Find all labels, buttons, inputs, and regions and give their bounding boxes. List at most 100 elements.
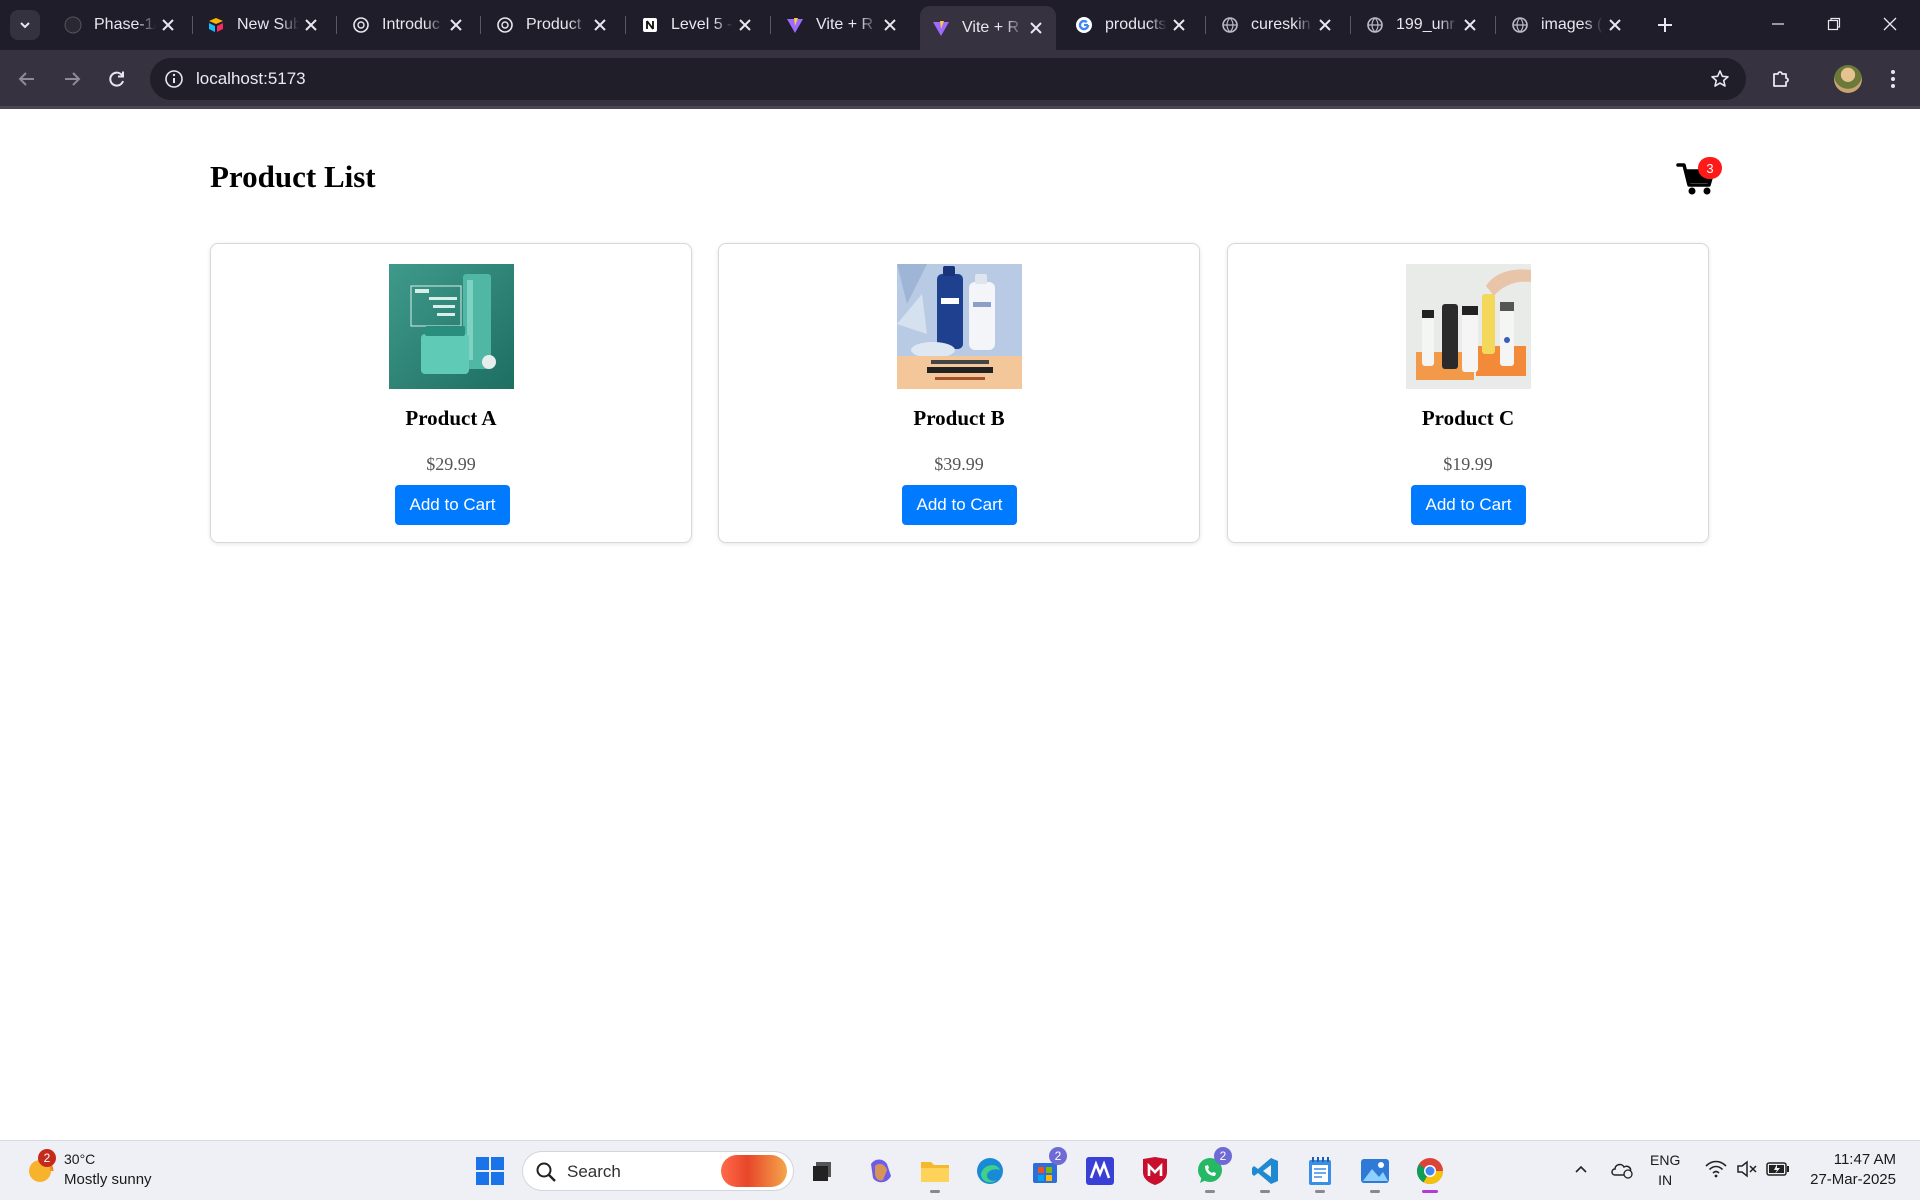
minimize-button[interactable] bbox=[1750, 0, 1806, 48]
wifi-tray-button[interactable] bbox=[1702, 1155, 1730, 1183]
taskbar-file-explorer[interactable] bbox=[915, 1151, 955, 1193]
tab-vite-1[interactable]: Vite + R bbox=[774, 6, 910, 44]
tab-separator bbox=[1205, 16, 1206, 34]
weather-temperature[interactable]: 30°C bbox=[64, 1151, 95, 1167]
vite-icon bbox=[786, 16, 804, 34]
volume-muted-icon bbox=[1737, 1160, 1757, 1178]
system-clock[interactable]: 11:47 AM 27-Mar-2025 bbox=[1810, 1150, 1896, 1190]
add-to-cart-button[interactable]: Add to Cart bbox=[1411, 485, 1526, 525]
taskbar-photos[interactable] bbox=[1355, 1151, 1395, 1193]
cureskin-bottles-image bbox=[1406, 264, 1531, 389]
close-tab-icon[interactable] bbox=[878, 13, 902, 37]
tab-separator bbox=[336, 16, 337, 34]
language-region: IN bbox=[1658, 1172, 1673, 1188]
globe-icon bbox=[1511, 16, 1529, 34]
taskbar-task-view[interactable] bbox=[802, 1151, 842, 1191]
tab-title: 199_unr bbox=[1396, 16, 1455, 33]
tab-product[interactable]: Product bbox=[484, 6, 620, 44]
tab-phase-1[interactable]: Phase-1/ bbox=[52, 6, 188, 44]
running-indicator bbox=[1260, 1190, 1270, 1193]
store-badge: 2 bbox=[1049, 1147, 1067, 1165]
chatgpt-icon bbox=[352, 16, 370, 34]
close-tab-icon[interactable] bbox=[1024, 16, 1048, 40]
chatgpt-icon bbox=[496, 16, 514, 34]
teal-skincare-image bbox=[389, 264, 514, 389]
bookmark-star-icon[interactable] bbox=[1708, 67, 1732, 91]
tab-search-button[interactable] bbox=[10, 10, 40, 40]
close-tab-icon[interactable] bbox=[1313, 13, 1337, 37]
close-tab-icon[interactable] bbox=[299, 13, 323, 37]
show-hidden-icons-button[interactable] bbox=[1567, 1155, 1595, 1183]
taskbar-notepad[interactable] bbox=[1300, 1151, 1340, 1193]
taskbar-app-blue[interactable] bbox=[1080, 1151, 1120, 1191]
tab-new-sub[interactable]: New Sub bbox=[195, 6, 331, 44]
page-content: Product List 3 Product A $29.99 Add to C… bbox=[0, 109, 1920, 1140]
close-tab-icon[interactable] bbox=[156, 13, 180, 37]
extensions-button[interactable] bbox=[1764, 62, 1798, 96]
tab-introduction[interactable]: Introduc bbox=[340, 6, 476, 44]
new-tab-button[interactable] bbox=[1650, 10, 1680, 40]
taskbar-edge[interactable] bbox=[970, 1151, 1010, 1191]
tab-199-unr[interactable]: 199_unr bbox=[1354, 6, 1490, 44]
profile-avatar[interactable] bbox=[1834, 65, 1862, 93]
onedrive-tray-button[interactable] bbox=[1608, 1155, 1636, 1183]
close-tab-icon[interactable] bbox=[1458, 13, 1482, 37]
tab-title: Vite + R bbox=[816, 16, 874, 33]
task-view-icon bbox=[813, 1162, 831, 1181]
add-to-cart-button[interactable]: Add to Cart bbox=[902, 485, 1017, 525]
product-price: $29.99 bbox=[426, 454, 476, 474]
site-info-icon[interactable] bbox=[162, 67, 186, 91]
close-tab-icon[interactable] bbox=[733, 13, 757, 37]
copilot-icon bbox=[871, 1159, 891, 1183]
volume-tray-button[interactable] bbox=[1733, 1155, 1761, 1183]
taskbar-chrome[interactable] bbox=[1410, 1151, 1450, 1193]
taskbar-whatsapp[interactable]: 2 bbox=[1190, 1147, 1232, 1193]
tab-products-google[interactable]: products bbox=[1063, 6, 1199, 44]
close-tab-icon[interactable] bbox=[1167, 13, 1191, 37]
close-tab-icon[interactable] bbox=[444, 13, 468, 37]
taskbar-mcafee[interactable] bbox=[1135, 1151, 1175, 1191]
browser-menu-button[interactable] bbox=[1878, 62, 1908, 96]
product-price: $39.99 bbox=[934, 454, 984, 474]
taskbar-search[interactable]: Search bbox=[522, 1151, 794, 1191]
taskbar-microsoft-store[interactable]: 2 bbox=[1025, 1147, 1067, 1191]
taskbar-vscode[interactable] bbox=[1245, 1151, 1285, 1193]
tab-separator bbox=[1495, 16, 1496, 34]
edge-icon bbox=[977, 1158, 1003, 1184]
notion-icon bbox=[641, 16, 659, 34]
tab-strip: Phase-1/ New Sub Introduc Product Level … bbox=[0, 0, 1920, 50]
folder-icon bbox=[921, 1162, 949, 1182]
back-button[interactable] bbox=[10, 62, 44, 96]
input-language-indicator[interactable]: ENG IN bbox=[1650, 1150, 1680, 1190]
cart-count-badge: 3 bbox=[1698, 157, 1722, 179]
add-to-cart-button[interactable]: Add to Cart bbox=[395, 485, 510, 525]
start-button[interactable] bbox=[470, 1151, 510, 1191]
airtable-icon bbox=[207, 16, 225, 34]
taskbar-copilot[interactable] bbox=[860, 1151, 900, 1191]
tab-title: Product bbox=[526, 16, 582, 33]
tab-separator bbox=[192, 16, 193, 34]
close-tab-icon[interactable] bbox=[1603, 13, 1627, 37]
close-tab-icon[interactable] bbox=[588, 13, 612, 37]
cloud-sync-icon bbox=[1611, 1163, 1633, 1179]
tab-title: cureskin bbox=[1251, 16, 1311, 33]
mcafee-shield-icon bbox=[1143, 1157, 1167, 1185]
wifi-icon bbox=[1705, 1160, 1727, 1178]
weather-description[interactable]: Mostly sunny bbox=[64, 1171, 152, 1188]
chevron-up-icon bbox=[1575, 1165, 1587, 1173]
clock-time: 11:47 AM bbox=[1833, 1151, 1896, 1168]
page-title: Product List bbox=[210, 159, 376, 194]
tab-cureskin[interactable]: cureskin bbox=[1209, 6, 1345, 44]
minimize-icon bbox=[1772, 23, 1784, 25]
battery-tray-button[interactable] bbox=[1764, 1155, 1792, 1183]
kebab-menu-icon bbox=[1891, 70, 1895, 88]
close-window-button[interactable] bbox=[1862, 0, 1918, 48]
tab-images[interactable]: images ( bbox=[1499, 6, 1635, 44]
address-bar[interactable]: localhost:5173 bbox=[150, 58, 1746, 100]
tab-level-5[interactable]: Level 5 - bbox=[629, 6, 765, 44]
arrow-left-icon bbox=[18, 72, 34, 86]
forward-button[interactable] bbox=[55, 62, 89, 96]
reload-button[interactable] bbox=[100, 62, 134, 96]
restore-button[interactable] bbox=[1806, 0, 1862, 48]
tab-vite-active[interactable]: Vite + R bbox=[920, 6, 1056, 50]
